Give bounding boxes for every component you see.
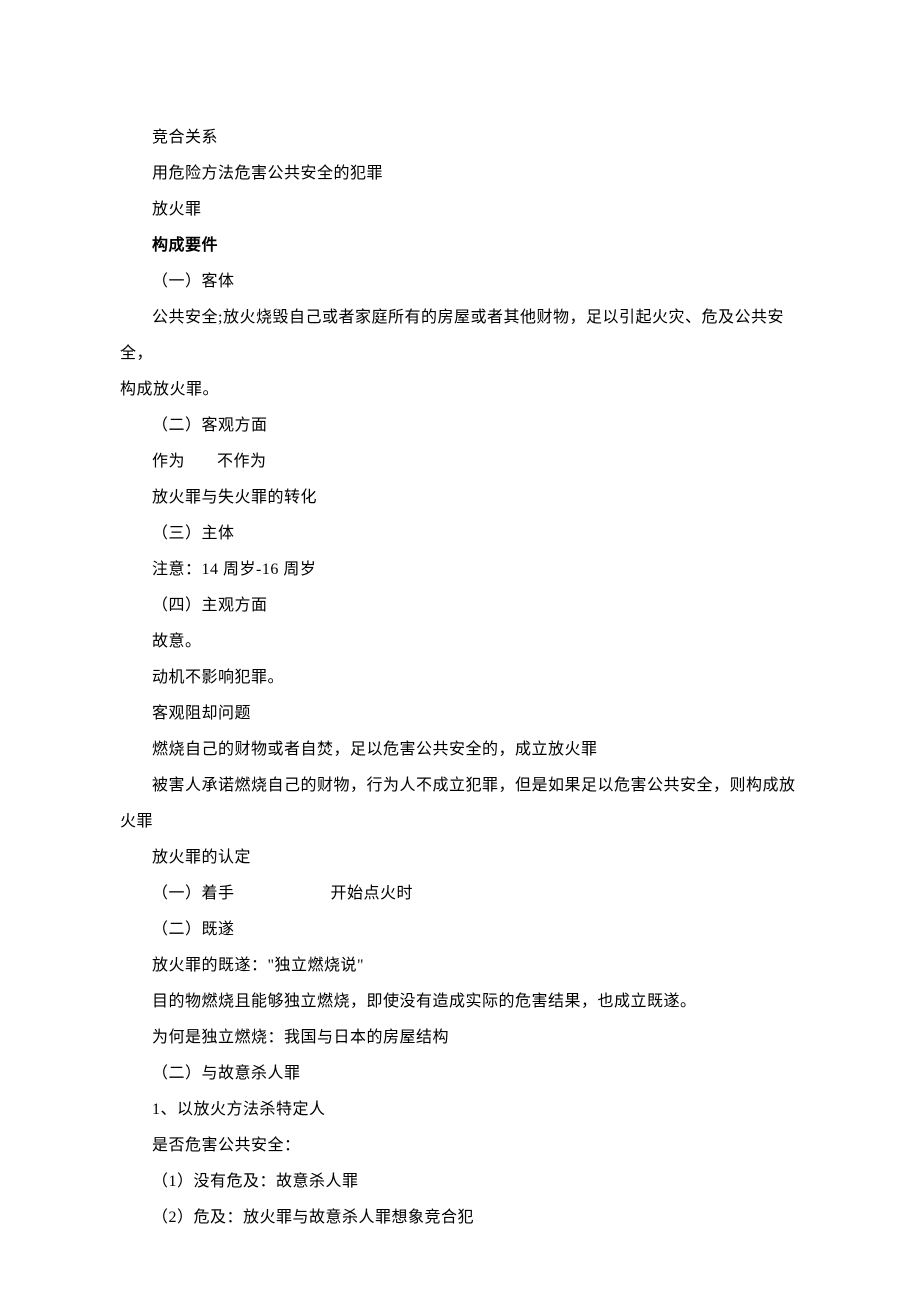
text-line: （2）危及：放火罪与故意杀人罪想象竞合犯	[120, 1200, 800, 1236]
text-line: 竞合关系	[120, 120, 800, 156]
text-line: （二）与故意杀人罪	[120, 1056, 800, 1092]
text-line: 动机不影响犯罪。	[120, 660, 800, 696]
text-segment: （一）着手	[152, 885, 235, 902]
text-line: 目的物燃烧且能够独立燃烧，即使没有造成实际的危害结果，也成立既遂。	[120, 984, 800, 1020]
text-line: 放火罪的既遂："独立燃烧说"	[120, 948, 800, 984]
text-line: （1）没有危及：故意杀人罪	[120, 1164, 800, 1200]
text-segment: 不作为	[217, 453, 267, 470]
text-line: 构成放火罪。	[120, 372, 800, 408]
document-page: 竞合关系用危险方法危害公共安全的犯罪放火罪构成要件（一）客体公共安全;放火烧毁自…	[0, 0, 920, 1296]
text-line: 为何是独立燃烧：我国与日本的房屋结构	[120, 1020, 800, 1056]
text-line: （四）主观方面	[120, 588, 800, 624]
text-line: 放火罪与失火罪的转化	[120, 480, 800, 516]
text-line: 放火罪	[120, 192, 800, 228]
text-line: 1、以放火方法杀特定人	[120, 1092, 800, 1128]
text-line: （二）既遂	[120, 912, 800, 948]
text-line: 燃烧自己的财物或者自焚，足以危害公共安全的，成立放火罪	[120, 732, 800, 768]
text-line: （一）客体	[120, 264, 800, 300]
text-line: （三）主体	[120, 516, 800, 552]
text-line: 火罪	[120, 804, 800, 840]
text-line: 故意。	[120, 624, 800, 660]
text-line: 客观阻却问题	[120, 696, 800, 732]
text-line: 作为 不作为	[120, 444, 800, 480]
text-segment: 作为	[152, 453, 185, 470]
text-line: （二）客观方面	[120, 408, 800, 444]
text-line: 用危险方法危害公共安全的犯罪	[120, 156, 800, 192]
text-line: 放火罪的认定	[120, 840, 800, 876]
text-line: （一）着手 开始点火时	[120, 876, 800, 912]
text-line: 公共安全;放火烧毁自己或者家庭所有的房屋或者其他财物，足以引起火灾、危及公共安全…	[120, 300, 800, 372]
text-line: 是否危害公共安全：	[120, 1128, 800, 1164]
document-body: 竞合关系用危险方法危害公共安全的犯罪放火罪构成要件（一）客体公共安全;放火烧毁自…	[120, 120, 800, 1236]
text-line: 注意：14 周岁-16 周岁	[120, 552, 800, 588]
text-segment: 开始点火时	[331, 885, 414, 902]
text-line: 构成要件	[120, 228, 800, 264]
text-line: 被害人承诺燃烧自己的财物，行为人不成立犯罪，但是如果足以危害公共安全，则构成放	[120, 768, 800, 804]
